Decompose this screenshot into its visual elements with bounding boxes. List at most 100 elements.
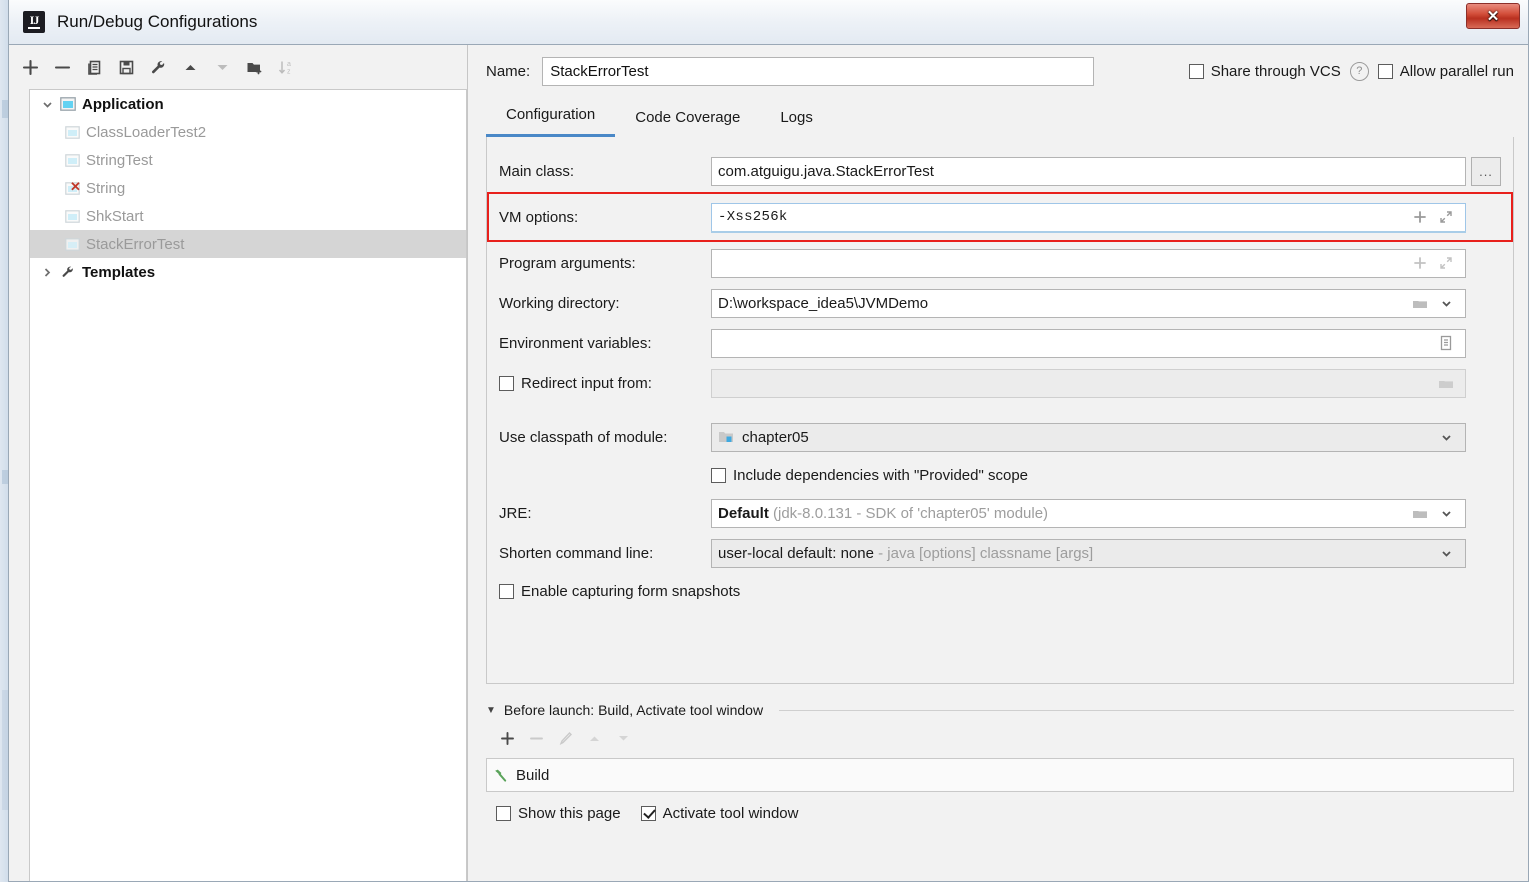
add-configuration-button[interactable] [15, 52, 45, 82]
window-title: Run/Debug Configurations [57, 12, 258, 31]
run-config-icon [62, 153, 82, 167]
name-input[interactable]: StackErrorTest [542, 56, 1095, 86]
tree-node-label: Application [82, 95, 164, 113]
tree-node-classloadertest2[interactable]: ClassLoaderTest2 [30, 118, 466, 146]
program-arguments-input[interactable] [711, 248, 1466, 278]
configuration-form: Main class: com.atguigu.java.StackErrorT… [486, 137, 1514, 684]
checkbox-box[interactable] [1188, 63, 1204, 79]
shorten-command-line-label: Shorten command line: [499, 544, 654, 562]
form-snapshots-checkbox[interactable]: Enable capturing form snapshots [499, 583, 740, 600]
checkbox-box[interactable] [499, 375, 514, 391]
task-move-up-button[interactable] [581, 725, 607, 751]
activate-tool-window-checkbox[interactable]: Activate tool window [640, 805, 798, 822]
checkbox-box[interactable] [499, 583, 514, 599]
redirect-input-checkbox[interactable]: Redirect input from: [499, 375, 711, 392]
jre-hint: (jdk-8.0.131 - SDK of 'chapter05' module… [773, 504, 1049, 522]
shorten-command-line-hint: - java [options] classname [args] [878, 544, 1094, 562]
save-configuration-button[interactable] [111, 52, 141, 82]
run-config-icon [62, 125, 82, 139]
shorten-command-line-value: user-local default: none [718, 544, 874, 562]
chevron-down-icon[interactable] [1433, 507, 1459, 520]
main-class-value: com.atguigu.java.StackErrorTest [718, 162, 934, 180]
chevron-down-icon[interactable] [36, 98, 58, 111]
main-class-browse-button[interactable]: ... [1471, 156, 1501, 186]
tree-node-stringtest[interactable]: StringTest [30, 146, 466, 174]
folder-icon[interactable] [1407, 297, 1433, 310]
add-task-button[interactable] [494, 725, 520, 751]
program-arguments-row: Program arguments: [499, 243, 1501, 283]
move-up-button[interactable] [175, 52, 205, 82]
run-config-icon [62, 209, 82, 223]
chevron-down-icon[interactable] [1433, 547, 1459, 560]
question-mark-icon[interactable]: ? [1349, 61, 1369, 81]
edit-templates-button[interactable] [143, 52, 173, 82]
remove-configuration-button[interactable] [47, 52, 77, 82]
main-class-label: Main class: [499, 162, 575, 180]
tree-node-application[interactable]: Application [30, 90, 466, 118]
plus-icon[interactable] [1407, 210, 1433, 224]
tab-code-coverage[interactable]: Code Coverage [615, 99, 760, 137]
vm-options-value: -Xss256k [718, 209, 788, 225]
show-this-page-checkbox[interactable]: Show this page [496, 805, 621, 822]
wrench-icon [58, 264, 78, 280]
tree-node-templates[interactable]: Templates [30, 258, 466, 286]
working-directory-label: Working directory: [499, 294, 620, 312]
checkbox-box[interactable] [711, 467, 726, 483]
redirect-input-field [711, 368, 1466, 398]
checkbox-box[interactable] [496, 805, 511, 821]
classpath-module-select[interactable]: chapter05 [711, 422, 1466, 452]
tree-node-label: StackErrorTest [86, 235, 185, 253]
before-launch-task-list[interactable]: Build [486, 758, 1514, 792]
tab-logs[interactable]: Logs [760, 99, 833, 137]
form-snapshots-label: Enable capturing form snapshots [521, 582, 741, 600]
classpath-module-value: chapter05 [742, 428, 809, 446]
shorten-command-line-select[interactable]: user-local default: none - java [options… [711, 538, 1466, 568]
working-directory-input[interactable]: D:\workspace_idea5\JVMDemo [711, 288, 1466, 318]
chevron-right-icon[interactable] [36, 266, 58, 279]
chevron-down-icon[interactable] [1433, 297, 1459, 310]
window-title-bar[interactable]: Run/Debug Configurations ✕ [8, 0, 1529, 45]
chevron-down-icon[interactable] [1433, 431, 1459, 444]
task-move-down-button[interactable] [610, 725, 636, 751]
checkbox-box[interactable] [1377, 63, 1393, 79]
share-through-vcs-checkbox[interactable]: Share through VCS [1188, 62, 1341, 80]
share-through-vcs-label: Share through VCS [1210, 62, 1341, 80]
configurations-tree[interactable]: Application ClassLoaderTest2 StringTest [29, 89, 467, 881]
tree-node-string[interactable]: ✕ String [30, 174, 466, 202]
vm-options-label: VM options: [499, 208, 579, 226]
form-snapshots-row: Enable capturing form snapshots [499, 573, 1501, 609]
expand-icon[interactable] [1433, 210, 1459, 224]
main-class-input[interactable]: com.atguigu.java.StackErrorTest [711, 156, 1466, 186]
caret-down-icon[interactable]: ▼ [486, 705, 496, 716]
jre-select[interactable]: Default (jdk-8.0.131 - SDK of 'chapter05… [711, 498, 1466, 528]
checkbox-box[interactable] [640, 805, 656, 821]
close-icon: ✕ [1486, 8, 1500, 25]
edit-task-button[interactable] [552, 725, 578, 751]
include-provided-checkbox[interactable]: Include dependencies with "Provided" sco… [711, 467, 1028, 484]
tab-configuration[interactable]: Configuration [486, 96, 616, 137]
folder-icon[interactable] [1407, 507, 1433, 520]
move-down-button[interactable] [207, 52, 237, 82]
divider [779, 709, 1514, 711]
before-launch-header[interactable]: ▼ Before launch: Build, Activate tool wi… [486, 702, 1514, 718]
configuration-editor-panel: Name: StackErrorTest Share through VCS ?… [468, 45, 1528, 881]
create-folder-button[interactable] [239, 52, 269, 82]
name-label: Name: [486, 62, 531, 80]
environment-variables-input[interactable] [711, 328, 1466, 358]
tree-node-shkstart[interactable]: ShkStart [30, 202, 466, 230]
name-row-options: Share through VCS ? Allow parallel run [1188, 61, 1514, 81]
copy-configuration-button[interactable] [79, 52, 109, 82]
list-editor-icon[interactable] [1433, 335, 1459, 351]
redirect-input-label: Redirect input from: [521, 374, 652, 392]
remove-task-button[interactable] [523, 725, 549, 751]
jre-row: JRE: Default (jdk-8.0.131 - SDK of 'chap… [499, 493, 1501, 533]
expand-icon[interactable] [1433, 256, 1459, 270]
sort-configurations-button[interactable]: az [271, 52, 301, 82]
plus-icon[interactable] [1407, 256, 1433, 270]
close-button[interactable]: ✕ [1466, 3, 1520, 29]
allow-parallel-run-checkbox[interactable]: Allow parallel run [1377, 63, 1514, 80]
vm-options-input[interactable]: -Xss256k [711, 202, 1466, 233]
module-icon [718, 430, 735, 444]
tree-node-stackerrortest[interactable]: StackErrorTest [30, 230, 466, 258]
include-provided-label: Include dependencies with "Provided" sco… [733, 466, 1029, 484]
